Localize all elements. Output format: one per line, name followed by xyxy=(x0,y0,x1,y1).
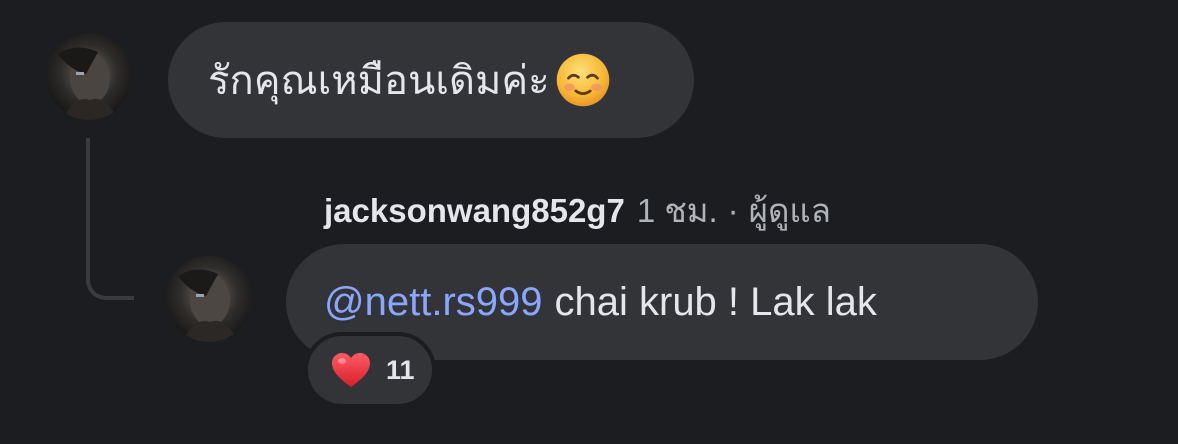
comment-message: รักคุณเหมือนเดิมค่ะ xyxy=(208,59,550,103)
comment-thread: รักคุณเหมือนเดิมค่ะ jacksonwang852g7 1 ช… xyxy=(0,0,1178,444)
reply-avatar[interactable] xyxy=(166,256,252,342)
user-mention-link[interactable]: @nett.rs999 xyxy=(324,280,543,325)
comment-text: รักคุณเหมือนเดิมค่ะ xyxy=(208,48,612,112)
reply-time: 1 ชม. xyxy=(636,192,718,229)
reply-message: chai krub ! Lak lak xyxy=(554,279,877,324)
reply-text: @nett.rs999 chai krub ! Lak lak xyxy=(324,280,877,325)
heart-icon xyxy=(332,353,370,387)
reply-header: jacksonwang852g7 1 ชม. · ผู้ดูแล xyxy=(324,184,831,237)
avatar-photo-icon xyxy=(166,256,252,342)
reply-role-badge: ผู้ดูแล xyxy=(748,192,831,229)
reaction-count: 11 xyxy=(386,354,415,385)
smiling-relieved-face-icon xyxy=(556,53,609,107)
reply-username[interactable]: jacksonwang852g7 xyxy=(324,192,625,230)
avatar-photo-icon xyxy=(46,34,132,120)
reaction-summary[interactable]: 11 xyxy=(304,332,436,408)
commenter-avatar[interactable] xyxy=(46,34,132,120)
meta-separator: · xyxy=(727,192,739,229)
thread-connector-line xyxy=(86,138,134,300)
comment-bubble[interactable]: รักคุณเหมือนเดิมค่ะ xyxy=(168,22,694,138)
